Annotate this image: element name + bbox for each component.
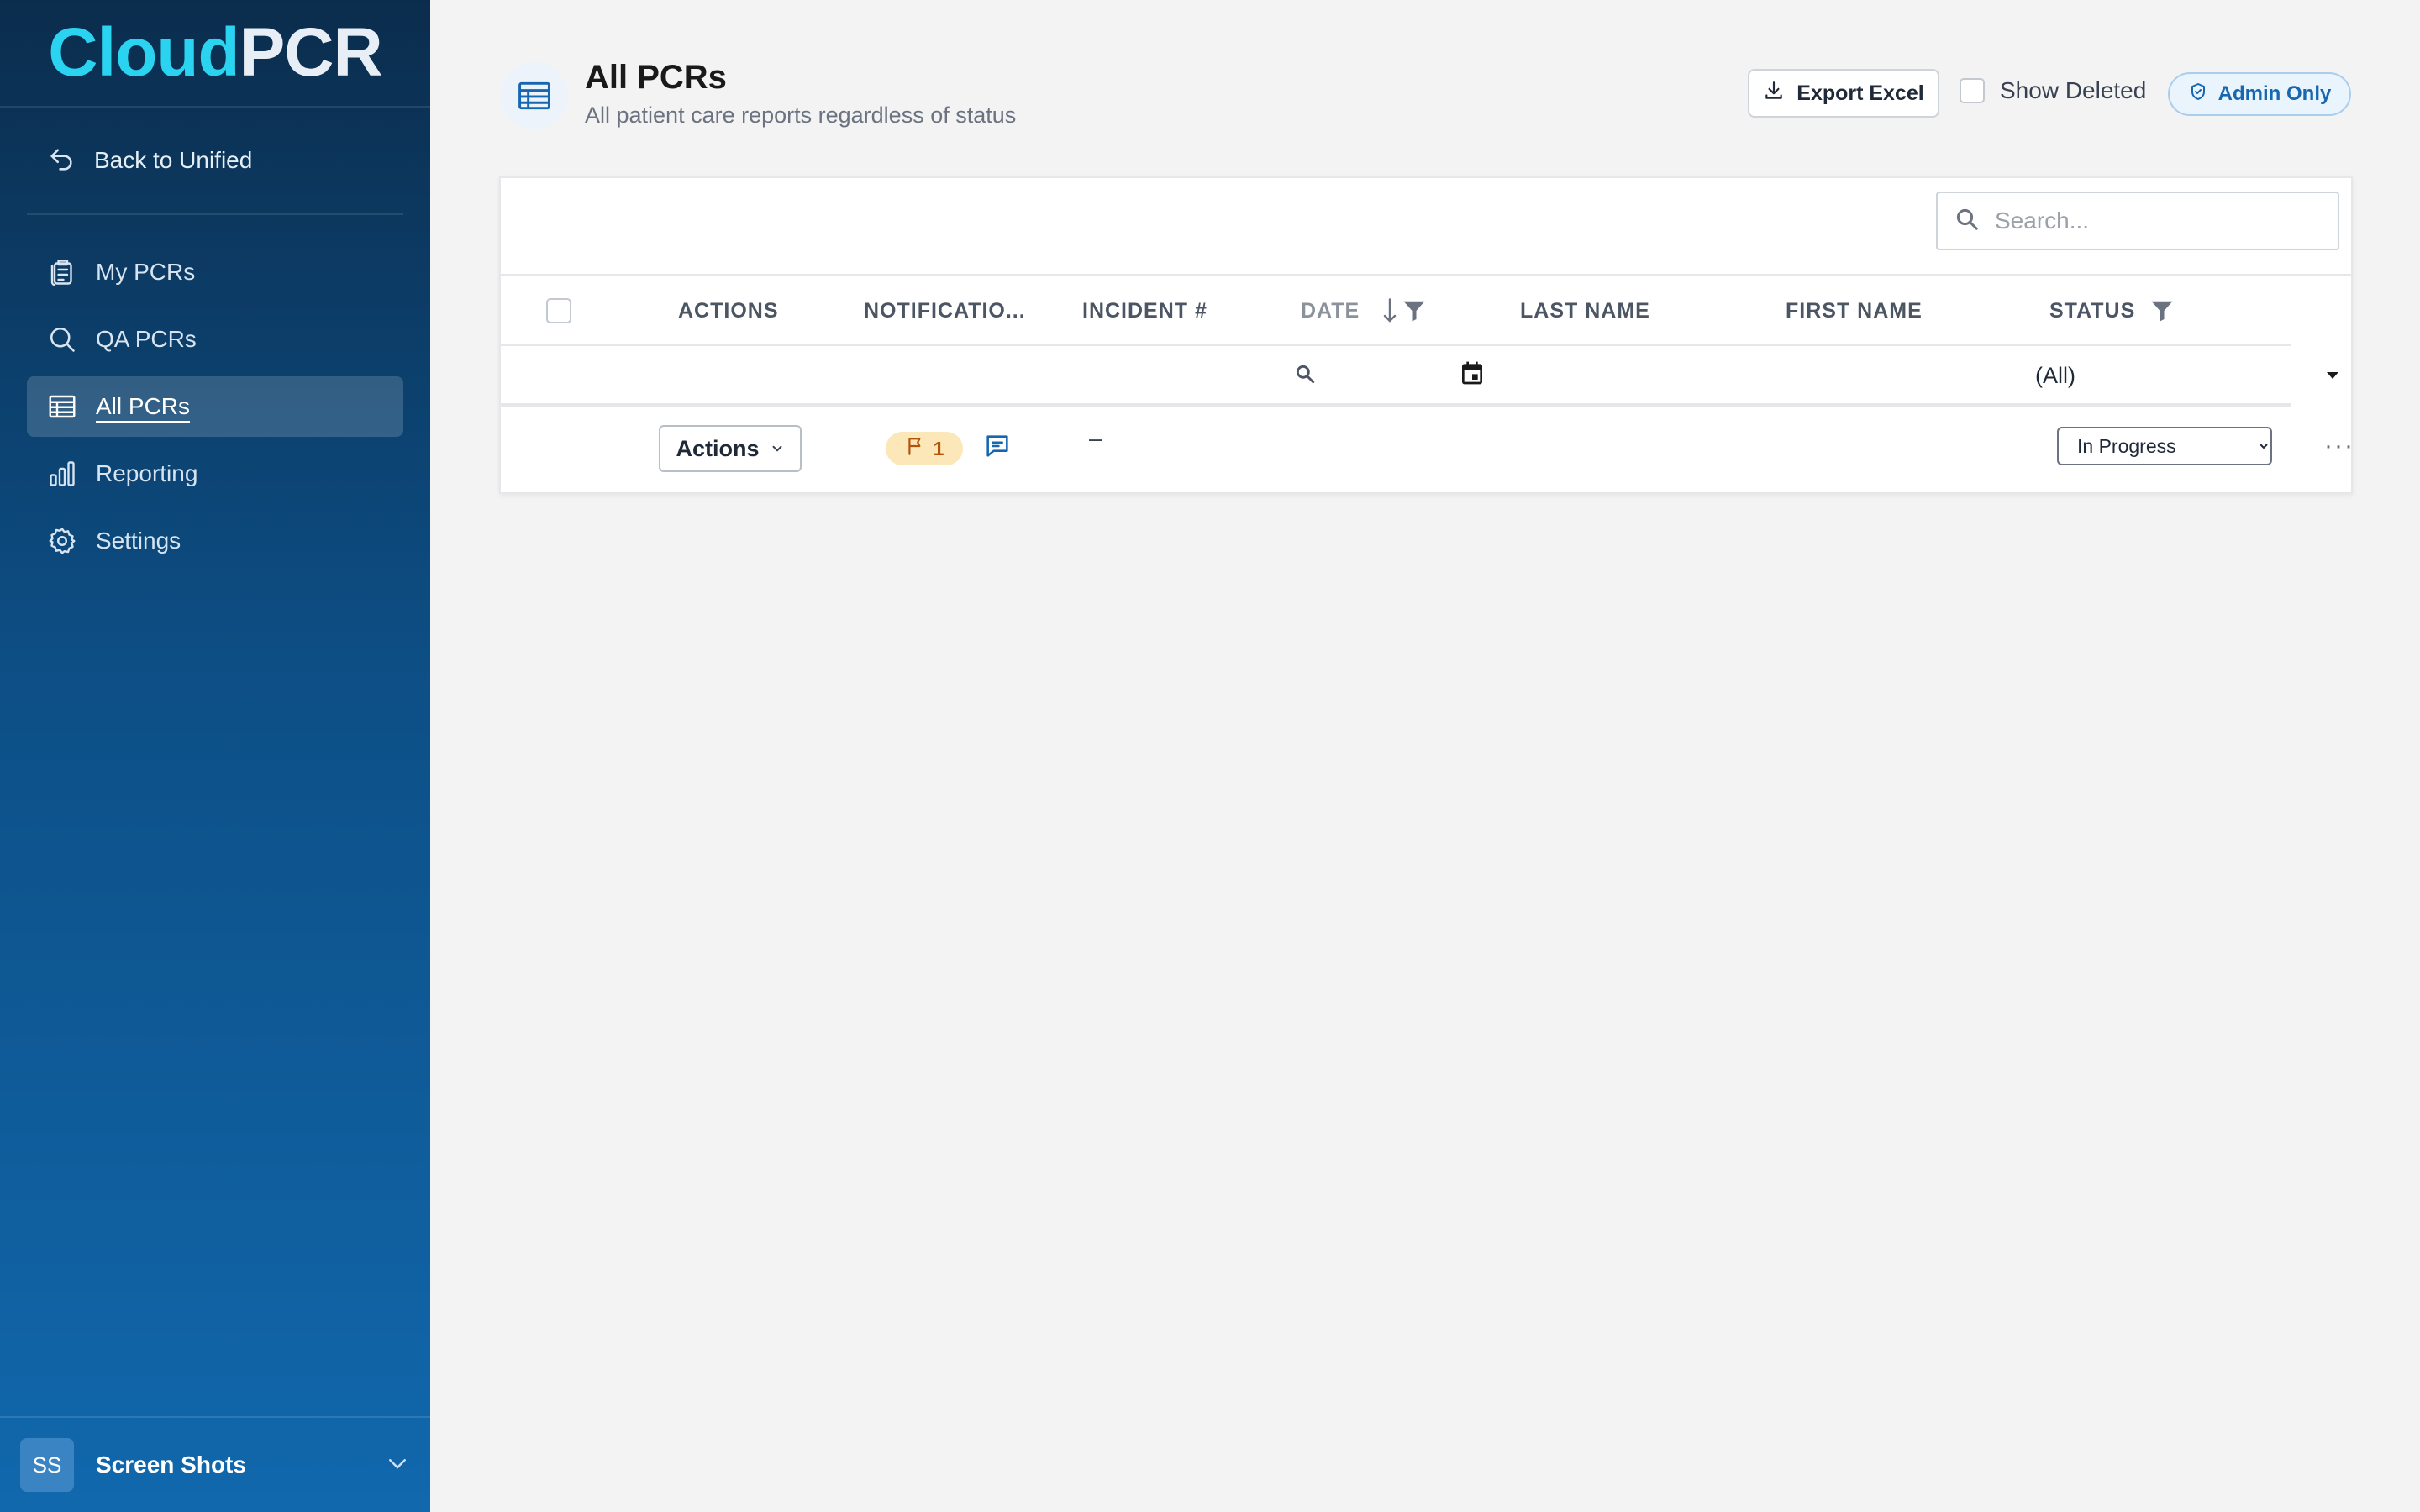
show-deleted-label: Show Deleted xyxy=(2000,77,2147,103)
page-subtitle: All patient care reports regardless of s… xyxy=(585,102,1017,128)
avatar: SS xyxy=(20,1438,74,1492)
column-header-date[interactable]: DATE xyxy=(1301,276,1360,346)
pcr-data-grid: ACTIONS NOTIFICATIO... INCIDENT # DATE L… xyxy=(499,176,2353,494)
admin-only-label: Admin Only xyxy=(2217,82,2332,105)
export-excel-button[interactable]: Export Excel xyxy=(1748,69,1939,118)
sidebar: CloudPCR Back to Unified My PCRs QA PCRs… xyxy=(0,0,430,1512)
date-filter-icon[interactable] xyxy=(1402,276,1427,346)
column-header-last-name[interactable]: LAST NAME xyxy=(1520,276,1650,346)
comment-icon[interactable] xyxy=(983,432,1012,465)
sidebar-item-all-pcrs[interactable]: All PCRs xyxy=(27,376,403,437)
logo-cloud-text: Cloud xyxy=(48,14,239,91)
flag-count: 1 xyxy=(933,437,944,459)
back-link-label: Back to Unified xyxy=(94,147,253,173)
table-icon xyxy=(47,391,77,422)
search-icon xyxy=(47,324,77,354)
status-filter-dropdown-icon[interactable] xyxy=(2323,365,2343,389)
flag-icon xyxy=(905,435,927,462)
grid-search-box[interactable] xyxy=(1936,192,2339,250)
column-header-date-label: DATE xyxy=(1301,298,1360,323)
table-icon xyxy=(501,62,568,129)
flag-count-badge[interactable]: 1 xyxy=(886,432,963,465)
grid-header-row: ACTIONS NOTIFICATIO... INCIDENT # DATE L… xyxy=(501,276,2291,346)
column-header-incident[interactable]: INCIDENT # xyxy=(1082,276,1207,346)
sidebar-item-label: Reporting xyxy=(96,460,198,486)
status-filter-icon[interactable] xyxy=(2149,276,2175,346)
search-input[interactable] xyxy=(1995,207,2314,234)
chevron-down-icon[interactable] xyxy=(385,1451,410,1480)
table-row[interactable]: Actions 1 – In Progress ··· xyxy=(501,407,2354,494)
row-status-select[interactable]: In Progress xyxy=(2057,427,2272,465)
column-header-first-name[interactable]: FIRST NAME xyxy=(1786,276,1923,346)
user-menu[interactable]: SS Screen Shots xyxy=(0,1416,430,1512)
user-name: Screen Shots xyxy=(96,1452,246,1478)
shield-check-icon xyxy=(2188,81,2208,108)
gear-icon xyxy=(47,526,77,556)
sidebar-item-label: QA PCRs xyxy=(96,326,197,352)
sidebar-item-label: My PCRs xyxy=(96,259,196,285)
date-filter-search-icon[interactable] xyxy=(1294,363,1316,389)
sidebar-item-my-pcrs[interactable]: My PCRs xyxy=(27,242,403,302)
search-icon xyxy=(1954,207,1980,236)
download-icon xyxy=(1763,80,1785,108)
back-to-unified-link[interactable]: Back to Unified xyxy=(27,108,403,215)
incident-number: – xyxy=(1089,425,1102,451)
more-options-icon[interactable]: ··· xyxy=(2324,432,2354,460)
sidebar-item-reporting[interactable]: Reporting xyxy=(27,444,403,504)
sidebar-nav: My PCRs QA PCRs All PCRs Reporting Setti… xyxy=(0,215,430,571)
select-all-checkbox[interactable] xyxy=(546,298,571,323)
bar-chart-icon xyxy=(47,459,77,489)
show-deleted-toggle[interactable]: Show Deleted xyxy=(1960,77,2146,104)
sort-descending-icon[interactable] xyxy=(1381,276,1398,346)
app-logo[interactable]: CloudPCR xyxy=(0,0,430,108)
grid-filter-row: (All) xyxy=(501,346,2338,407)
select-all-cell[interactable] xyxy=(546,276,571,346)
clipboard-list-icon xyxy=(47,257,77,287)
status-filter-value[interactable]: (All) xyxy=(2035,363,2075,389)
logo-pcr-text: PCR xyxy=(239,14,383,91)
grid-toolbar xyxy=(501,178,2351,276)
admin-only-badge: Admin Only xyxy=(2168,72,2351,116)
show-deleted-checkbox[interactable] xyxy=(1960,78,1985,103)
export-excel-label: Export Excel xyxy=(1797,81,1924,105)
main-content: All PCRs All patient care reports regard… xyxy=(430,0,2420,1512)
sidebar-item-label: All PCRs xyxy=(96,393,191,419)
chevron-down-icon xyxy=(770,436,785,462)
page-title: All PCRs xyxy=(585,59,727,96)
column-header-actions[interactable]: ACTIONS xyxy=(678,276,779,346)
sidebar-item-settings[interactable]: Settings xyxy=(27,511,403,571)
row-actions-label: Actions xyxy=(676,435,760,461)
column-header-notifications[interactable]: NOTIFICATIO... xyxy=(864,276,1026,346)
sidebar-item-label: Settings xyxy=(96,528,182,554)
back-arrow-icon xyxy=(47,145,77,176)
column-header-status-label: STATUS xyxy=(2049,298,2136,323)
column-header-status[interactable]: STATUS xyxy=(2049,276,2135,346)
calendar-icon[interactable] xyxy=(1459,360,1486,391)
sidebar-item-qa-pcrs[interactable]: QA PCRs xyxy=(27,309,403,370)
row-actions-button[interactable]: Actions xyxy=(659,425,802,472)
